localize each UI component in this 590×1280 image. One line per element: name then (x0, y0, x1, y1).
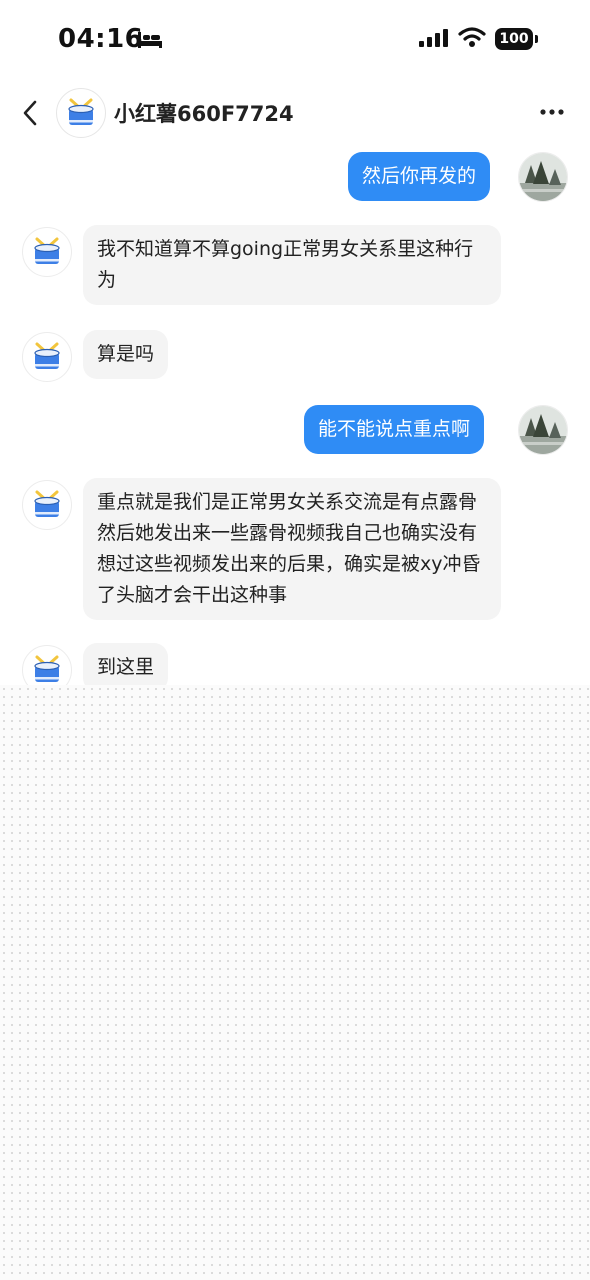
message-text: 重点就是我们是正常男女关系交流是有点露骨然后她发出来一些露骨视频我自己也确实没有… (97, 491, 481, 606)
my-avatar[interactable] (518, 405, 568, 455)
contact-avatar-in-chat[interactable] (22, 227, 72, 277)
back-button[interactable] (14, 96, 48, 130)
drum-icon (34, 490, 60, 517)
message-bubble-incoming[interactable]: 重点就是我们是正常男女关系交流是有点露骨然后她发出来一些露骨视频我自己也确实没有… (83, 478, 501, 620)
battery-tip (535, 35, 538, 43)
more-dots-icon (540, 109, 564, 115)
landscape-photo-icon (519, 153, 567, 201)
drum-icon (34, 237, 60, 264)
screenshot-cutoff-area (0, 685, 590, 1280)
wifi-icon (458, 27, 486, 53)
chat-title[interactable]: 小红薯660F7724 (114, 98, 294, 128)
my-avatar[interactable] (518, 152, 568, 202)
landscape-photo-icon (519, 406, 567, 454)
cellular-signal-icon (418, 29, 450, 51)
more-options-button[interactable] (536, 98, 568, 126)
status-time: 04:16 (58, 24, 144, 54)
message-text: 然后你再发的 (362, 165, 477, 187)
message-bubble-outgoing[interactable]: 然后你再发的 (348, 152, 491, 201)
message-text: 到这里 (97, 656, 155, 678)
message-bubble-incoming[interactable]: 算是吗 (83, 330, 169, 379)
message-bubble-incoming[interactable]: 我不知道算不算going正常男女关系里这种行为 (83, 225, 501, 305)
battery-icon: 100 (495, 28, 533, 50)
drum-icon (68, 98, 94, 125)
contact-avatar-in-chat[interactable] (22, 480, 72, 530)
battery-level: 100 (499, 31, 529, 47)
message-text: 能不能说点重点啊 (318, 418, 471, 440)
message-text: 算是吗 (97, 343, 155, 365)
chat-header: 小红薯660F7724 (0, 86, 590, 142)
contact-avatar-in-chat[interactable] (22, 332, 72, 382)
message-bubble-outgoing[interactable]: 能不能说点重点啊 (304, 405, 485, 454)
contact-avatar[interactable] (56, 88, 106, 138)
message-text: 我不知道算不算going正常男女关系里这种行为 (97, 238, 474, 291)
drum-icon (34, 342, 60, 369)
bed-icon (137, 30, 163, 54)
status-bar: 04:16 100 (0, 0, 590, 80)
chevron-left-icon (23, 100, 37, 126)
